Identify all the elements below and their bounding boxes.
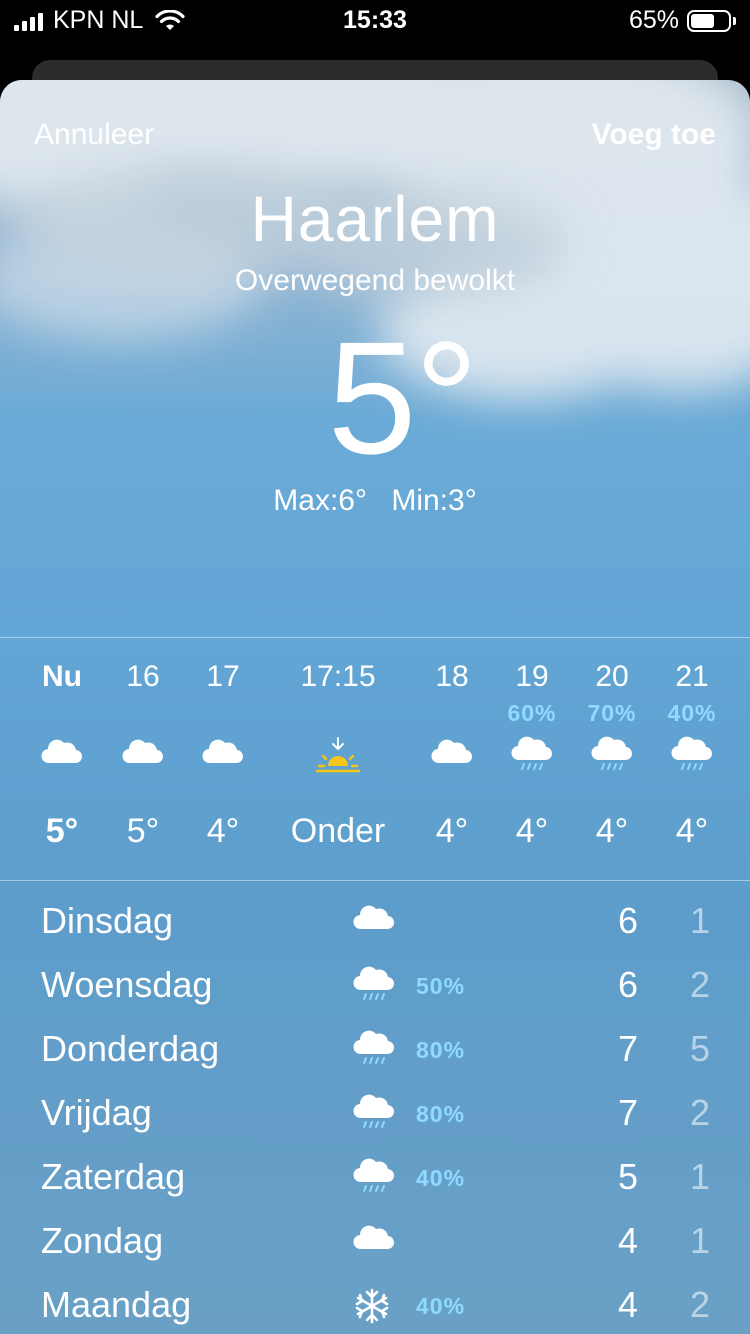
day-min-temp: 5 [689, 1028, 710, 1069]
day-name: Zaterdag [41, 1156, 186, 1197]
divider [0, 880, 750, 881]
day-name: Maandag [41, 1284, 192, 1325]
cloud-icon [352, 1222, 398, 1266]
current-temperature-value: 5° [327, 308, 479, 487]
day-precip: 80% [416, 1101, 466, 1127]
day-min-temp: 2 [689, 1284, 710, 1325]
day-max-temp: 5 [617, 1156, 638, 1197]
battery-fill [691, 13, 715, 28]
day-max-temp: 7 [617, 1092, 638, 1133]
day-max-temp: 4 [617, 1284, 638, 1325]
cloud-icon [98, 736, 188, 784]
hourly-temp: 4° [675, 812, 709, 850]
cancel-button[interactable]: Annuleer [34, 118, 154, 152]
max-temperature: Max:6° [273, 484, 367, 517]
day-precip: 40% [416, 1165, 466, 1191]
add-button[interactable]: Voeg toe [592, 118, 716, 152]
day-max-temp: 7 [617, 1028, 638, 1069]
cloud-rain-icon [352, 1030, 398, 1074]
hourly-forecast[interactable]: Nu 5° 16 5° 17 4° 17:15 Onder 18 4° 19 60% 4° 20 70% 4°… [0, 640, 750, 880]
status-bar: KPN NL 15:33 65% [0, 0, 750, 44]
daily-row: Zaterdag 40% 5 1 [0, 1146, 750, 1210]
daily-row: Zondag 4 1 [0, 1210, 750, 1274]
cloud-icon [178, 736, 268, 784]
weather-sheet: Annuleer Voeg toe Haarlem Overwegend bew… [0, 80, 750, 1334]
weather-condition: Overwegend bewolkt [234, 264, 516, 297]
battery-indicator: 65% [629, 6, 736, 35]
cloud-rain-icon [352, 1158, 398, 1202]
day-max-temp: 6 [617, 900, 638, 941]
cloud-icon [17, 736, 107, 784]
day-name: Donderdag [41, 1028, 220, 1069]
cloud-rain-icon [487, 736, 577, 784]
city-name: Haarlem [250, 183, 500, 255]
hourly-precip: 40% [667, 700, 717, 726]
day-precip: 50% [416, 973, 466, 999]
current-temperature: 5° [0, 308, 750, 488]
sunset-icon [293, 736, 383, 784]
battery-icon [687, 9, 731, 32]
daily-row: Maandag 40% 4 2 [0, 1274, 750, 1334]
daily-forecast[interactable]: Dinsdag 6 1 Woensdag 50% 6 2 Donderdag 80% 7 5 Vrij… [0, 890, 750, 1334]
day-max-temp: 6 [617, 964, 638, 1005]
battery-tip [733, 16, 736, 25]
cloud-rain-icon [352, 966, 398, 1010]
day-min-temp: 2 [689, 1092, 710, 1133]
hourly-time: 21 [675, 660, 709, 693]
daily-row: Woensdag 50% 6 2 [0, 954, 750, 1018]
divider [0, 637, 750, 638]
day-min-temp: 1 [689, 1156, 710, 1197]
day-precip: 80% [416, 1037, 466, 1063]
day-name: Zondag [41, 1220, 164, 1261]
day-name: Woensdag [41, 964, 213, 1005]
daily-row: Vrijdag 80% 7 2 [0, 1082, 750, 1146]
daily-row: Donderdag 80% 7 5 [0, 1018, 750, 1082]
cloud-rain-icon [567, 736, 657, 784]
day-name: Vrijdag [41, 1092, 152, 1133]
min-temperature: Min:3° [391, 484, 477, 517]
day-precip: 40% [416, 1293, 466, 1319]
daily-row: Dinsdag 6 1 [0, 890, 750, 954]
cloud-icon [407, 736, 497, 784]
day-name: Dinsdag [41, 900, 174, 941]
day-min-temp: 1 [689, 900, 710, 941]
cloud-rain-icon [647, 736, 737, 784]
day-max-temp: 4 [617, 1220, 638, 1261]
cloud-icon [352, 902, 398, 946]
cloud-rain-icon [352, 1094, 398, 1138]
snowflake-icon [352, 1286, 398, 1330]
high-low-temperature: Max:6° Min:3° [0, 484, 750, 518]
day-min-temp: 2 [689, 964, 710, 1005]
battery-percent: 65% [628, 6, 679, 34]
day-min-temp: 1 [689, 1220, 710, 1261]
